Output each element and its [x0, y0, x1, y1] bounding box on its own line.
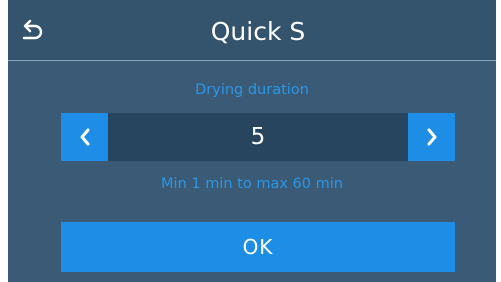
undo-back-arrow-icon [22, 19, 43, 40]
header-divider [8, 60, 496, 61]
screen: Quick S Drying duration 5 Min 1 min to m… [8, 0, 496, 282]
chevron-left-icon [80, 128, 89, 146]
header-bar: Quick S [8, 0, 496, 60]
increment-button[interactable] [408, 113, 455, 161]
drying-duration-stepper: 5 [61, 113, 455, 161]
range-hint: Min 1 min to max 60 min [161, 176, 343, 192]
chevron-right-icon [427, 128, 436, 146]
duration-value[interactable]: 5 [108, 113, 408, 161]
setting-label: Drying duration [195, 82, 309, 98]
page-title: Quick S [210, 17, 306, 46]
decrement-button[interactable] [61, 113, 108, 161]
ok-button[interactable]: OK [61, 222, 455, 272]
back-button[interactable] [14, 12, 52, 50]
